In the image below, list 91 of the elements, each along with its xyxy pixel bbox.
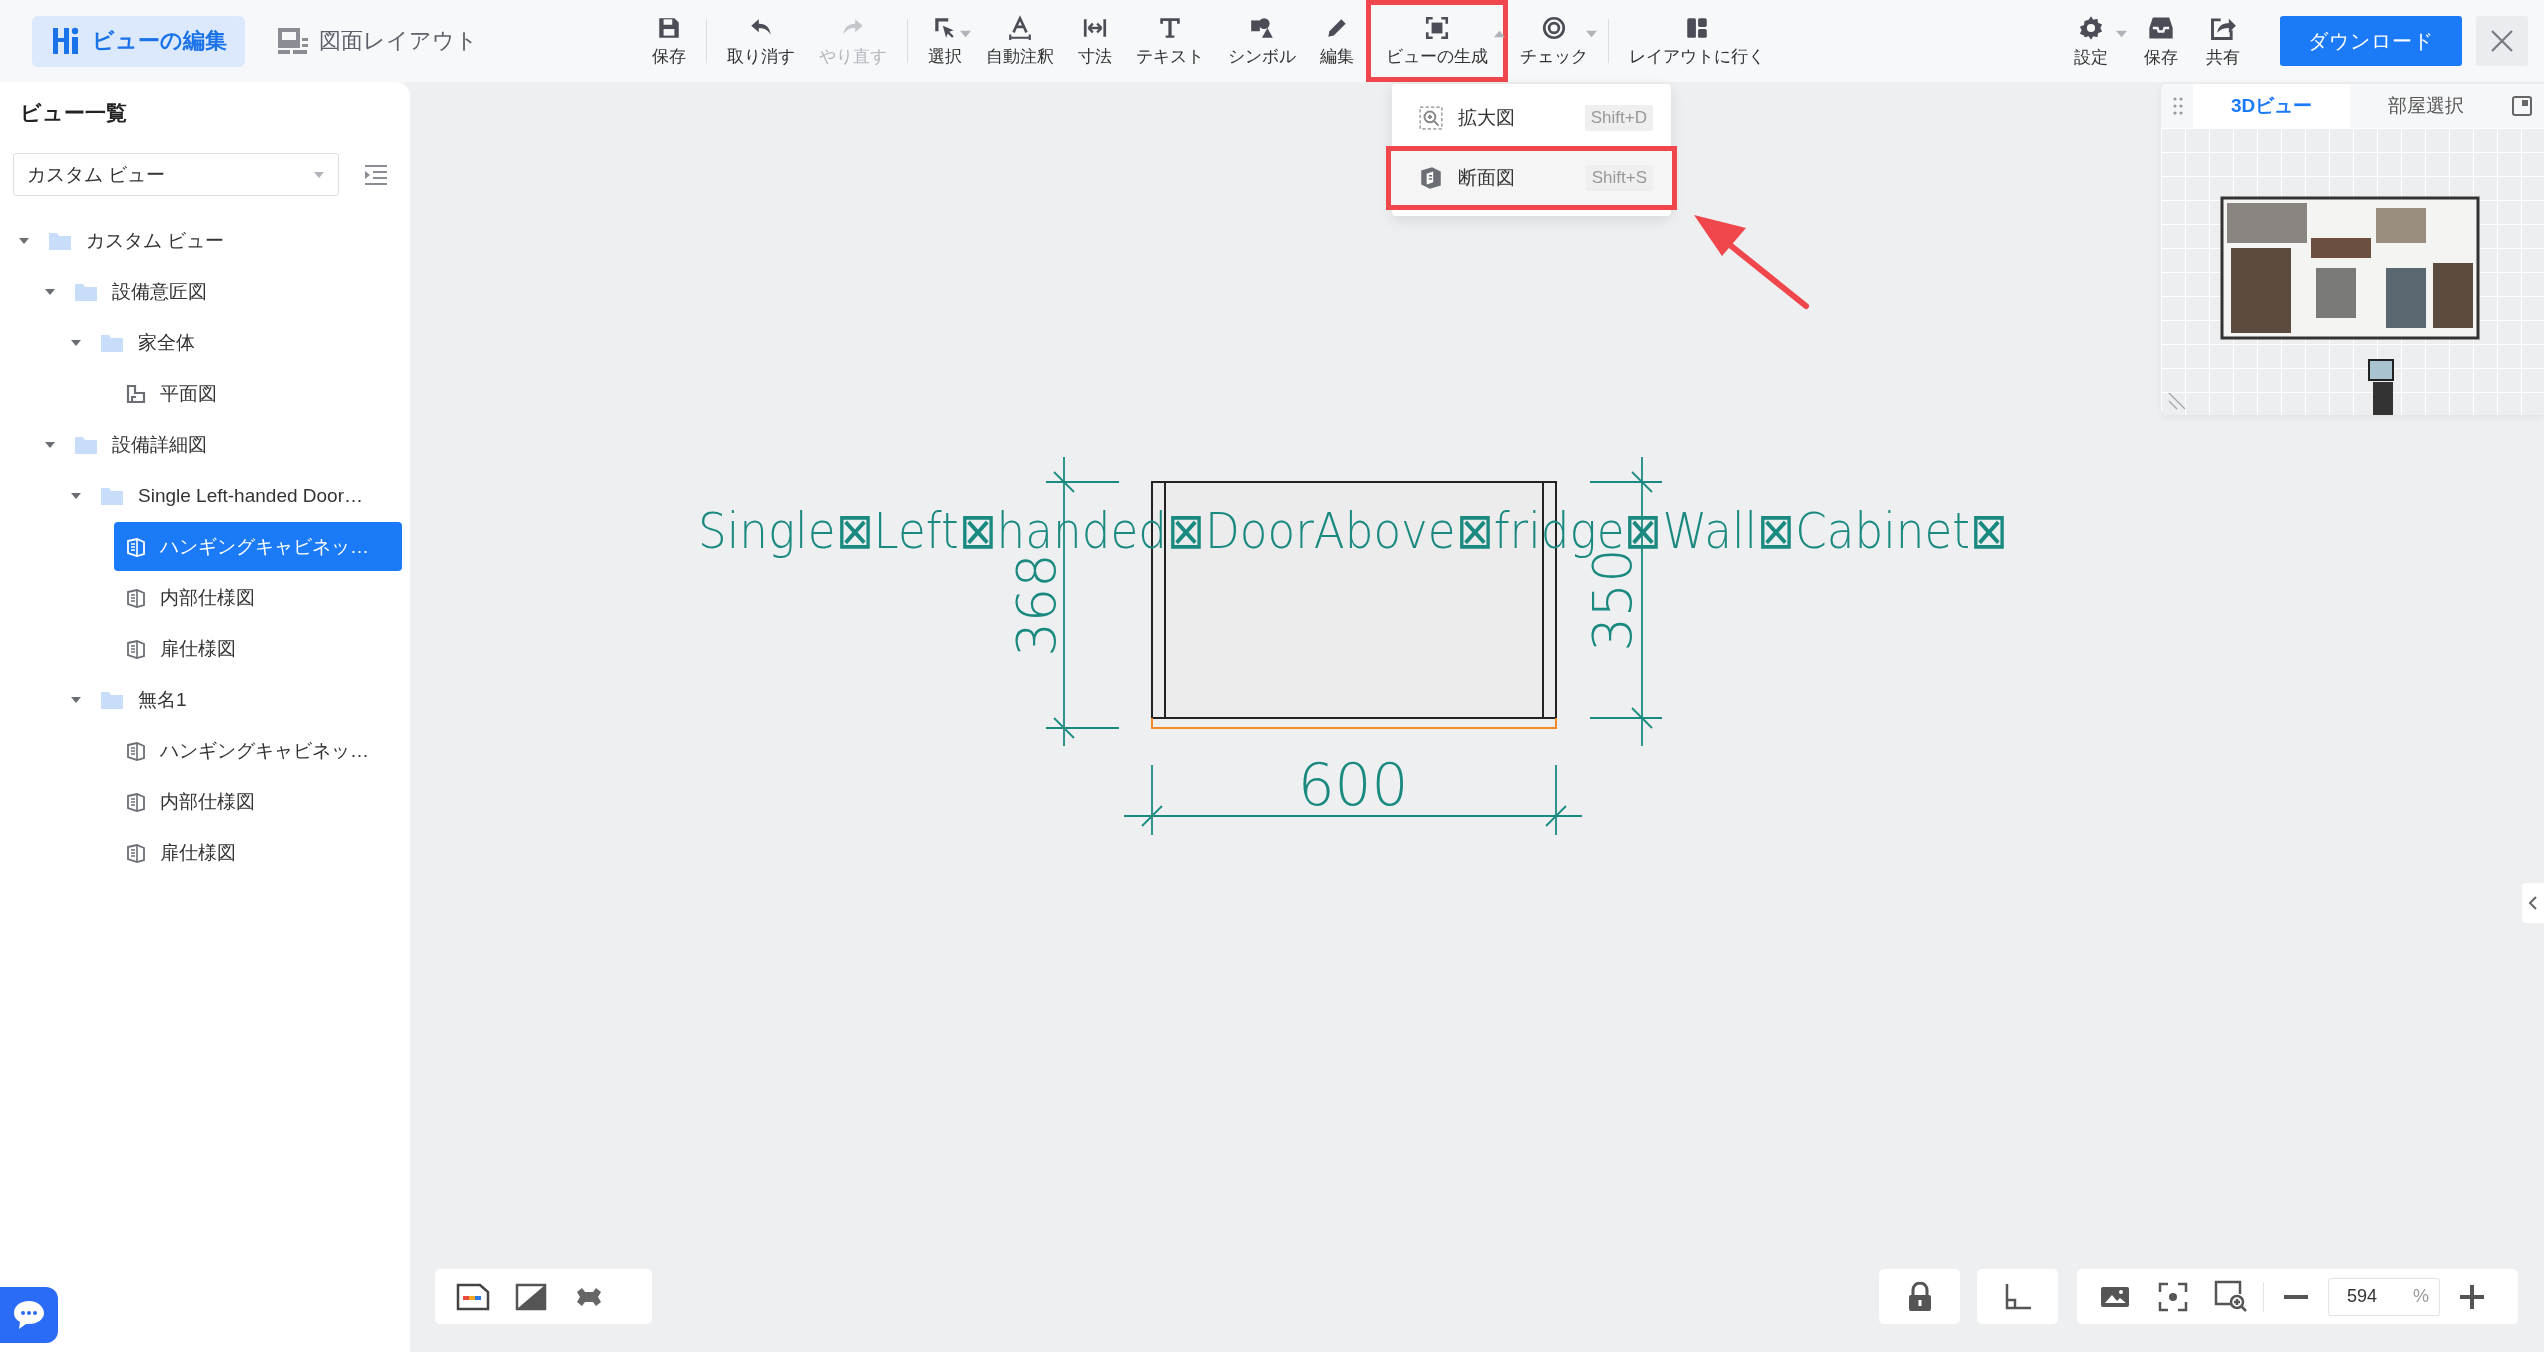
download-button[interactable]: ダウンロード (2280, 16, 2462, 66)
caret-icon[interactable] (71, 695, 81, 704)
close-button[interactable] (2476, 16, 2528, 66)
section-view-icon (126, 740, 146, 761)
toolbar-button[interactable]: 選択 (916, 0, 974, 82)
close-icon (2490, 29, 2514, 53)
tree-item[interactable]: ハンギングキャビネッ… (114, 522, 402, 571)
mode-tab[interactable]: 図面レイアウト (259, 15, 496, 67)
bone-icon (574, 1285, 604, 1308)
tree-item[interactable]: 設備詳細図 (38, 420, 402, 469)
shortcut-label: Shift+S (1585, 165, 1653, 191)
toolbar-button[interactable]: シンボル (1216, 0, 1308, 82)
plus-icon (2460, 1284, 2484, 1309)
toolbar-button[interactable]: 寸法 (1066, 0, 1124, 82)
caret-icon (1586, 30, 1597, 38)
caret-icon[interactable] (71, 338, 81, 347)
chevron-left-icon (2528, 895, 2538, 911)
zoom-in-icon (2214, 1279, 2248, 1314)
view-tab[interactable]: 部屋選択 (2350, 84, 2503, 128)
floor-plan-icon (126, 383, 146, 404)
dimension-label: 368 (1005, 553, 1068, 657)
toolbar-button[interactable]: 取り消す (715, 0, 807, 82)
section-view-icon (126, 587, 146, 608)
resize-handle-icon[interactable] (2167, 391, 2187, 411)
focus-icon (2158, 1281, 2188, 1312)
panel-title: ビュー一覧 (19, 100, 128, 126)
tree-item[interactable]: 平面図 (114, 369, 402, 418)
toolbar-button[interactable]: 共有 (2192, 0, 2254, 82)
toolbar-button[interactable]: 自動注釈 (974, 0, 1066, 82)
section-view-icon (126, 536, 146, 557)
toolbar-button[interactable]: 保存 (2130, 0, 2192, 82)
chat-button[interactable] (0, 1287, 58, 1343)
view-dropdown[interactable]: カスタム ビュー (13, 153, 339, 196)
zoom-frame-icon (1418, 105, 1444, 131)
contrast-icon (515, 1282, 547, 1311)
unit-label: % (2413, 1286, 2429, 1307)
legend-icon (456, 1282, 490, 1311)
caret-icon (314, 171, 324, 178)
annotation-icon (1007, 14, 1033, 41)
mode-tab[interactable]: ビューの編集 (32, 15, 245, 67)
minus-icon (2284, 1294, 2308, 1299)
dock-icon[interactable] (2512, 96, 2532, 116)
caret-icon (2116, 30, 2127, 38)
dimension-label: 600 (1297, 751, 1409, 819)
lock-icon (1906, 1281, 1933, 1312)
toolbar-button[interactable]: テキスト (1124, 0, 1216, 82)
menu-item[interactable]: 断面図 Shift+S (1386, 146, 1677, 210)
view-tab[interactable]: 3Dビュー (2193, 84, 2351, 128)
drag-handle-icon[interactable] (2173, 96, 2183, 116)
toolbar-button[interactable]: ビューの生成 (1366, 0, 1508, 82)
frame-icon (1424, 14, 1450, 41)
folder-icon (48, 230, 72, 251)
toolbar-button[interactable]: チェック (1508, 0, 1600, 82)
tree-item[interactable]: 設備意匠図 (38, 267, 402, 316)
list-icon[interactable] (363, 162, 389, 187)
caret-icon[interactable] (45, 440, 55, 449)
tree-item[interactable]: 扉仕様図 (114, 828, 402, 877)
toolbar-button[interactable]: 保存 (640, 0, 698, 82)
tree-item[interactable]: Single Left-handed Door… (64, 471, 402, 520)
caret-icon[interactable] (71, 491, 81, 500)
folder-icon (100, 689, 124, 710)
section-view-icon (1418, 165, 1444, 191)
section-view-icon (126, 842, 146, 863)
tree-item[interactable]: 扉仕様図 (114, 624, 402, 673)
toolbar-button[interactable]: 設定 (2052, 0, 2130, 82)
caret-icon[interactable] (19, 236, 29, 245)
folder-icon (100, 332, 124, 353)
layout-icon (277, 26, 309, 56)
tree-item[interactable]: 無名1 (64, 675, 402, 724)
folder-icon (74, 281, 98, 302)
tree-item[interactable]: ハンギングキャビネッ… (114, 726, 402, 775)
caret-icon (960, 30, 971, 38)
section-view-icon (126, 638, 146, 659)
folder-icon (74, 434, 98, 455)
target-icon (1541, 14, 1567, 41)
section-view-icon (126, 791, 146, 812)
caret-icon (1494, 30, 1505, 38)
tree-item[interactable]: 内部仕様図 (114, 573, 402, 622)
toolbar-button[interactable]: 編集 (1308, 0, 1366, 82)
tree-item[interactable]: カスタム ビュー (12, 216, 402, 265)
zoom-field[interactable]: 594 % (2328, 1277, 2440, 1316)
folder-icon (100, 485, 124, 506)
toolbar-button[interactable]: レイアウトに行く (1617, 0, 1777, 82)
caret-icon[interactable] (45, 287, 55, 296)
menu-item[interactable]: 拡大図 Shift+D (1386, 90, 1677, 146)
shortcut-label: Shift+D (1584, 105, 1653, 131)
image-icon (2100, 1284, 2130, 1309)
tree-item[interactable]: 内部仕様図 (114, 777, 402, 826)
collapse-button[interactable] (2522, 883, 2544, 923)
chat-icon (12, 1299, 46, 1331)
tree-item[interactable]: 家全体 (64, 318, 402, 367)
